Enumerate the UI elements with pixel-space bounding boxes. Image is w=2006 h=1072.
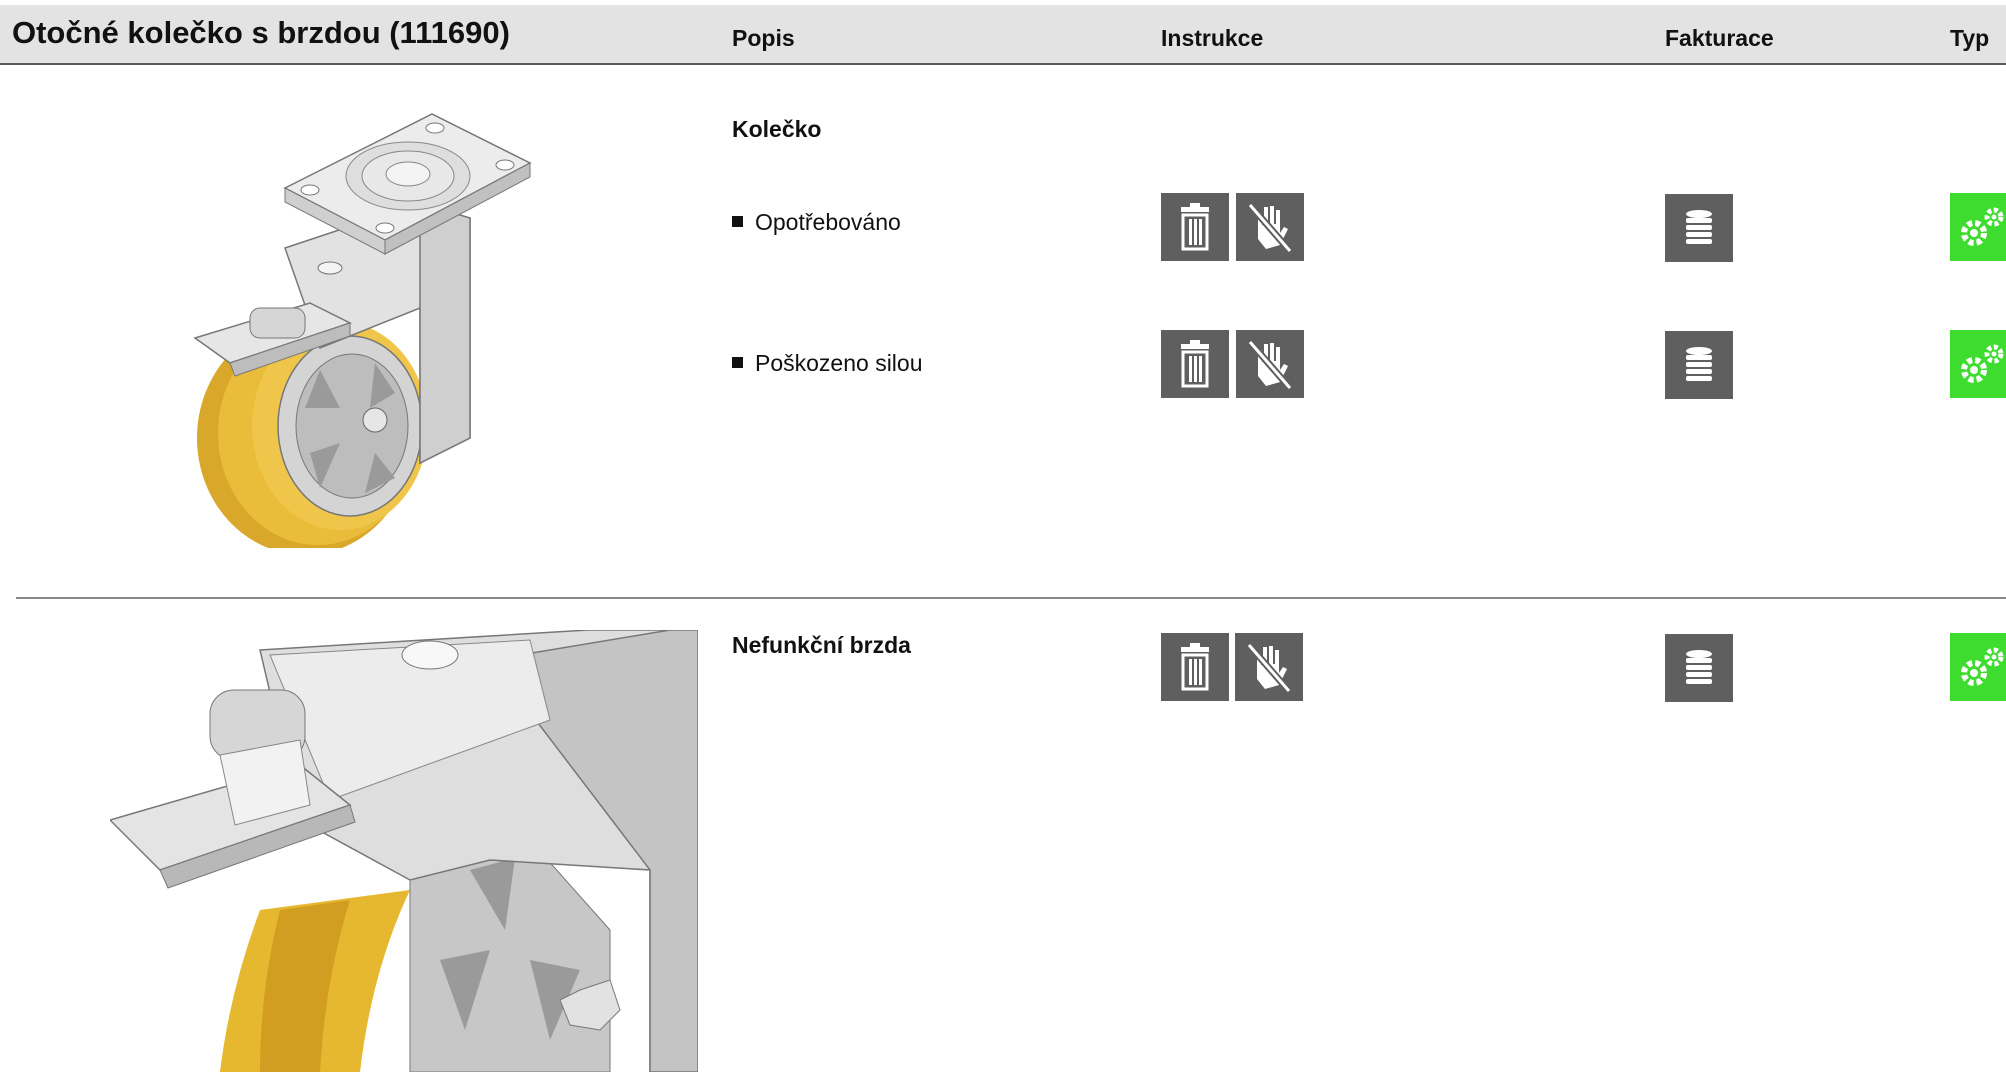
caster-image: [170, 108, 550, 555]
bullet-icon: [732, 357, 743, 368]
column-header-typ: Typ: [1950, 25, 1990, 51]
page: Otočné kolečko s brzdou (111690) Popis I…: [0, 0, 2006, 1072]
list-item: Opotřebováno: [732, 209, 901, 236]
trash-icon[interactable]: [1161, 193, 1229, 261]
group-heading-kolecko: Kolečko: [732, 116, 822, 142]
gears-icon[interactable]: [1950, 330, 2006, 398]
column-header-instrukce: Instrukce: [1161, 25, 1264, 51]
group-heading-nefunkcni-brzda: Nefunkční brzda: [732, 632, 911, 658]
no-touch-icon[interactable]: [1236, 193, 1304, 261]
trash-icon[interactable]: [1161, 633, 1229, 701]
coins-icon[interactable]: [1665, 194, 1733, 262]
section-divider: [16, 597, 2006, 599]
coins-icon[interactable]: [1665, 331, 1733, 399]
gears-icon[interactable]: [1950, 633, 2006, 701]
list-item: Poškozeno silou: [732, 350, 923, 377]
trash-icon[interactable]: [1161, 330, 1229, 398]
list-item-label: Opotřebováno: [755, 209, 901, 235]
no-touch-icon[interactable]: [1235, 633, 1303, 701]
coins-icon[interactable]: [1665, 634, 1733, 702]
page-title: Otočné kolečko s brzdou (111690): [12, 15, 510, 50]
list-item-label: Poškozeno silou: [755, 350, 923, 376]
bullet-icon: [732, 216, 743, 227]
column-header-popis: Popis: [732, 25, 795, 51]
gears-icon[interactable]: [1950, 193, 2006, 261]
brake-detail-image: [110, 630, 698, 1072]
column-header-fakturace: Fakturace: [1665, 25, 1774, 51]
no-touch-icon[interactable]: [1236, 330, 1304, 398]
table-header: Otočné kolečko s brzdou (111690) Popis I…: [0, 5, 2006, 65]
